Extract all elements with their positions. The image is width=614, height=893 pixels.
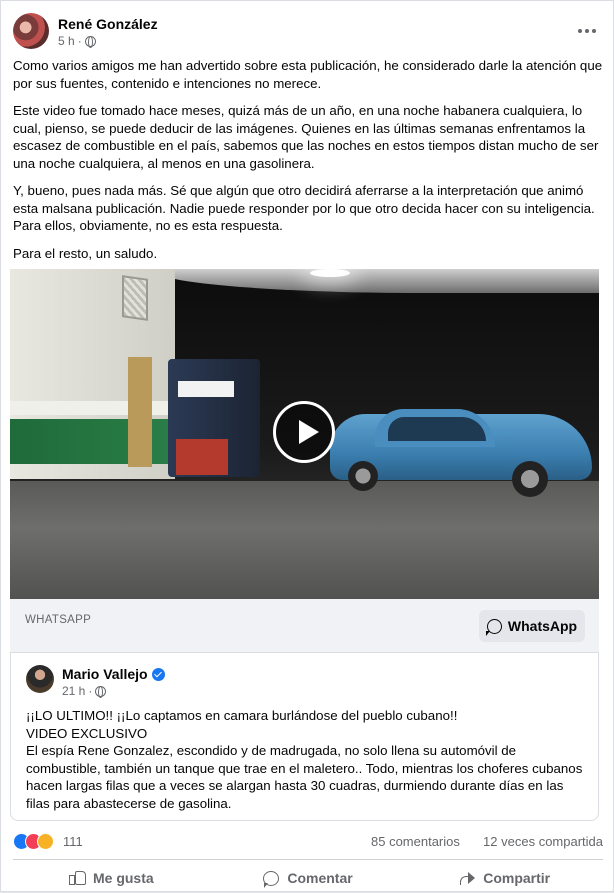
action-bar: Me gusta Comentar Compartir <box>13 863 603 893</box>
shared-author: Mario Vallejo <box>62 666 165 682</box>
shared-author-avatar[interactable] <box>26 665 54 693</box>
globe-icon <box>95 685 107 698</box>
shared-line: El espía Rene Gonzalez, escondido y de m… <box>26 743 583 811</box>
comments-count[interactable]: 85 comentarios <box>371 834 460 849</box>
author-name[interactable]: René González <box>58 16 158 32</box>
shared-time[interactable]: 21 h <box>62 684 85 698</box>
shared-meta: 21 h · <box>62 684 107 698</box>
video-player[interactable] <box>10 269 599 599</box>
post-header: René González 5 h · <box>13 13 601 53</box>
verified-icon <box>151 667 165 681</box>
whatsapp-icon <box>485 618 502 636</box>
whatsapp-button-label: WhatsApp <box>507 618 578 634</box>
meta-separator: · <box>88 684 93 698</box>
post-paragraph: Este video fue tomado hace meses, quizá … <box>13 103 599 171</box>
globe-icon <box>84 35 96 48</box>
post-paragraph: Y, bueno, pues nada más. Sé que algún qu… <box>13 183 595 233</box>
shared-author-name[interactable]: Mario Vallejo <box>62 666 148 682</box>
like-label: Me gusta <box>92 870 154 886</box>
post-body: Como varios amigos me han advertido sobr… <box>13 57 603 272</box>
share-button[interactable]: Compartir <box>406 863 603 893</box>
meta-separator: · <box>77 34 82 48</box>
divider <box>13 859 603 860</box>
reactions-row: 111 85 comentarios 12 veces compartida <box>13 831 603 853</box>
like-button[interactable]: Me gusta <box>13 863 210 893</box>
link-source: WHATSAPP <box>25 614 92 626</box>
post-time[interactable]: 5 h <box>58 34 75 48</box>
post-paragraph: Para el resto, un saludo. <box>13 245 158 261</box>
comment-label: Comentar <box>287 870 353 886</box>
more-options-icon[interactable] <box>575 21 599 41</box>
haha-icon <box>37 833 54 850</box>
share-label: Compartir <box>483 870 551 886</box>
comment-icon <box>263 870 280 888</box>
shared-line: VIDEO EXCLUSIVO <box>26 725 148 741</box>
shared-post[interactable]: Mario Vallejo 21 h · ¡¡LO ULTIMO!! ¡¡Lo … <box>10 653 599 821</box>
share-icon <box>459 871 476 885</box>
author-avatar[interactable] <box>13 13 49 49</box>
whatsapp-button[interactable]: WhatsApp <box>479 610 585 642</box>
post-paragraph: Como varios amigos me han advertido sobr… <box>13 58 603 91</box>
play-icon[interactable] <box>273 401 335 463</box>
comment-button[interactable]: Comentar <box>210 863 407 893</box>
reaction-icons[interactable] <box>13 833 54 850</box>
link-preview-bar[interactable]: WHATSAPP WhatsApp <box>10 599 599 653</box>
reaction-count[interactable]: 111 <box>63 834 83 849</box>
post-meta: 5 h · <box>58 34 96 48</box>
thumb-icon <box>68 871 86 885</box>
shares-count[interactable]: 12 veces compartida <box>483 834 603 849</box>
shared-body: ¡¡LO ULTIMO!! ¡¡Lo captamos en camara bu… <box>26 707 586 812</box>
post-card: René González 5 h · Como varios amigos m… <box>0 0 614 892</box>
shared-line: ¡¡LO ULTIMO!! ¡¡Lo captamos en camara bu… <box>26 708 458 723</box>
